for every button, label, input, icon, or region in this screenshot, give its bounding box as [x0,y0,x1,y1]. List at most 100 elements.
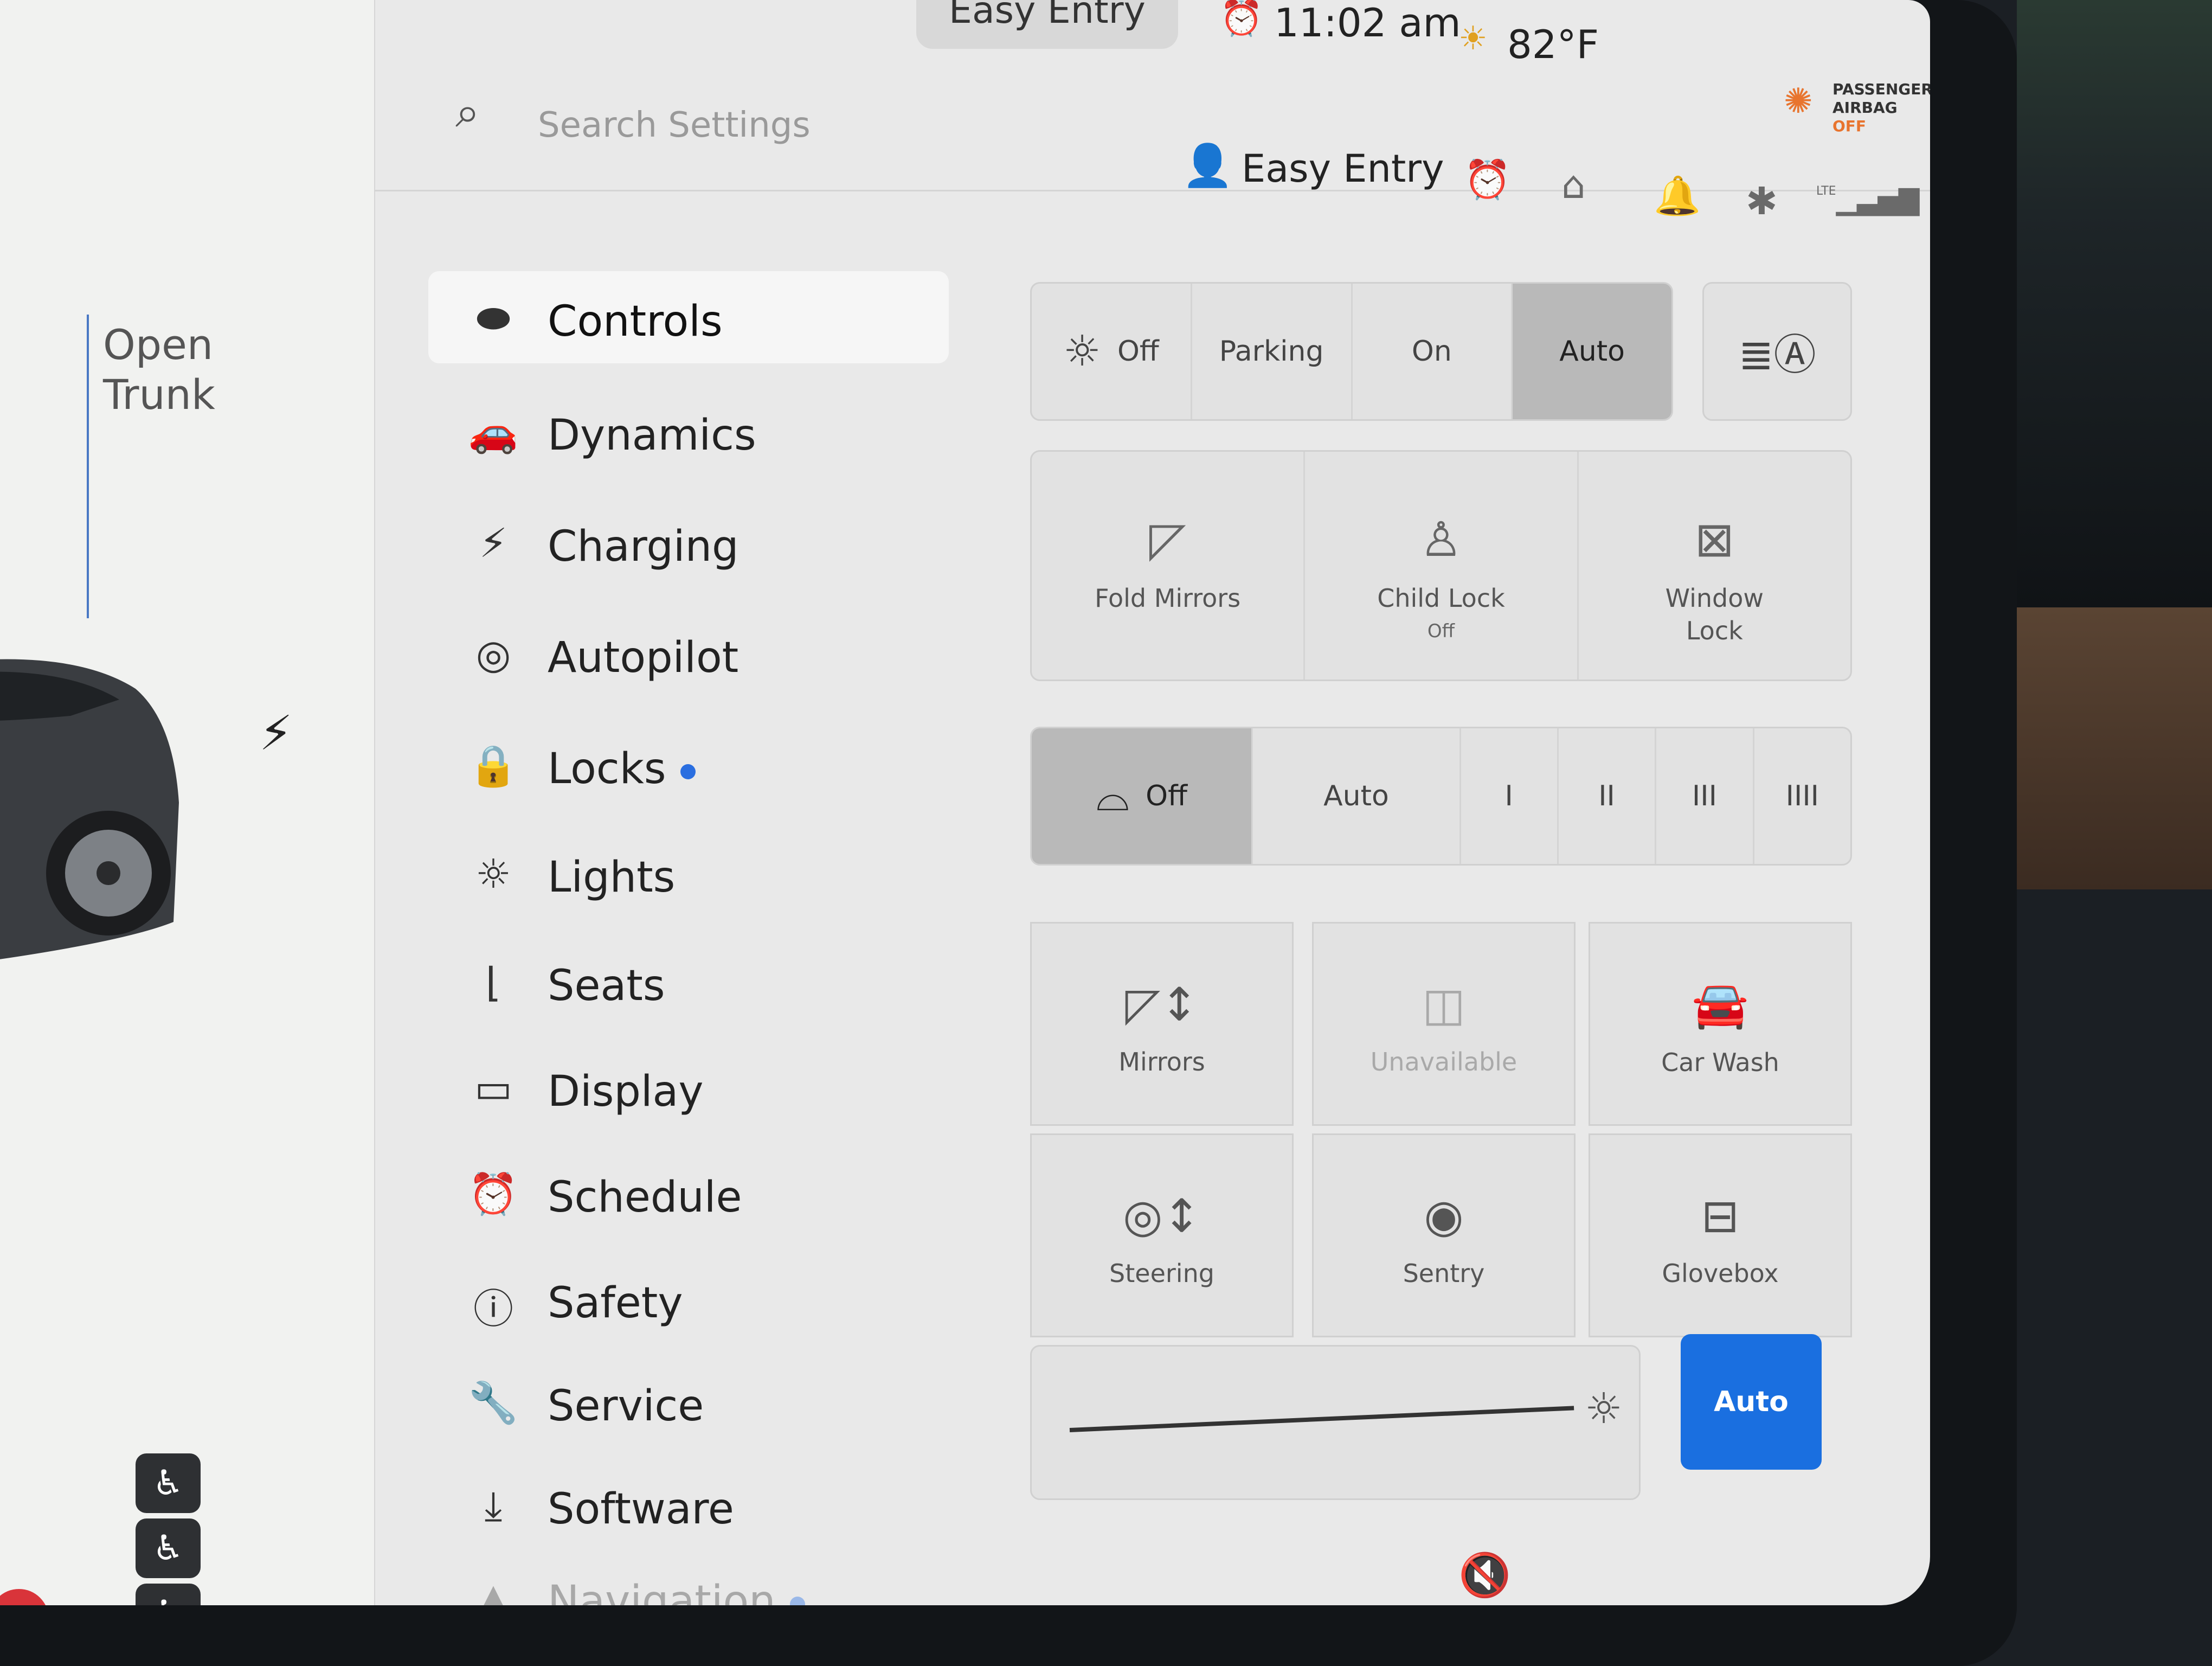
wiper-speed-selector: ⌓ Off Auto I II III IIII [1030,727,1852,866]
open-trunk-label-line2: Trunk [103,370,215,419]
menu-item-label: Dynamics [548,411,756,460]
clock: 11:02 am [1274,0,1461,46]
menu-item-schedule[interactable]: ⏰ Schedule [428,1147,949,1239]
glovebox-button[interactable]: ⊟ Glovebox [1589,1133,1852,1337]
wiper-off-option[interactable]: ⌓ Off [1032,728,1253,864]
volume-muted-icon[interactable]: 🔇 [1458,1551,1511,1600]
wiper-auto-option[interactable]: Auto [1253,728,1461,864]
window-lock-label-line1: Window [1665,584,1764,613]
unavailable-label: Unavailable [1370,1047,1517,1077]
access-tiles-row: ◸ Fold Mirrors ♙ Child Lock Off ⊠ Window… [1030,450,1852,681]
menu-item-service[interactable]: 🔧 Service [428,1356,949,1448]
menu-item-label: Safety [548,1279,683,1328]
menu-item-charging[interactable]: ⚡ Charging [428,496,949,588]
profile-tab[interactable]: Easy Entry [916,0,1178,49]
menu-item-label-wrap: Locks [548,745,696,793]
headlights-auto-option[interactable]: Auto [1513,284,1671,419]
window-lock-label-line2: Lock [1686,616,1743,645]
lightning-icon: ⚡ [479,520,507,567]
menu-item-controls[interactable]: ⬬ Controls [428,271,949,363]
notifications-icon[interactable]: 🔔 [1654,174,1701,219]
download-icon: ⤓ [484,1483,503,1529]
brightness-auto-button[interactable]: Auto [1681,1334,1822,1470]
car-visualization-panel: Open Trunk ⚡ ♿ ♿ ♿ ⚠ [0,0,375,1605]
sentry-mode-button[interactable]: ◉ Sentry [1312,1133,1576,1337]
driver-profile-name[interactable]: Easy Entry [1242,146,1444,191]
headlights-parking-option[interactable]: Parking [1192,284,1353,419]
camera-icon: ◫ [1422,978,1465,1031]
sentry-label: Sentry [1403,1259,1485,1288]
auto-high-beam-option[interactable]: ≣Ⓐ [1704,284,1850,419]
wiper-speed-1-option[interactable]: I [1461,728,1559,864]
wiper-speed-3-option[interactable]: III [1656,728,1754,864]
menu-item-label: Charging [548,522,739,571]
auto-high-beam-icon: ≣Ⓐ [1738,331,1816,380]
child-lock-button[interactable]: ♙ Child Lock Off [1305,452,1579,680]
unavailable-tile: ◫ Unavailable [1312,922,1576,1126]
car-wash-label: Car Wash [1661,1048,1779,1077]
wiper-option-label: III [1692,780,1717,812]
headlights-on-option[interactable]: On [1353,284,1513,419]
menu-item-label: Locks [548,745,666,793]
car-icon: 🚗 [468,409,519,456]
menu-item-label: Software [548,1485,734,1534]
headlight-sun-icon: ☼ [1063,327,1101,376]
menu-item-display[interactable]: ▭ Display [428,1041,949,1133]
fold-mirrors-button[interactable]: ◸ Fold Mirrors [1032,452,1306,680]
steering-adjust-button[interactable]: ◎↕ Steering [1030,1133,1294,1337]
garage-icon[interactable]: ⌂ [1561,163,1585,207]
wiper-icon: ⌓ [1096,771,1130,821]
car-wash-icon: 🚘 [1692,978,1749,1031]
sentry-icon: ◉ [1424,1189,1464,1242]
menu-item-label: Autopilot [548,633,739,682]
mirrors-adjust-button[interactable]: ◸↕ Mirrors [1030,922,1294,1126]
open-trunk-label-line1: Open [103,321,213,369]
lte-label: LTE [1816,184,1836,198]
auto-high-beam-button[interactable]: ≣Ⓐ [1702,282,1852,421]
display-brightness-slider[interactable]: ☼ [1030,1345,1641,1500]
headlights-option-label: Off [1117,335,1159,368]
bluetooth-icon[interactable]: ✱ [1746,179,1778,223]
mirrors-label: Mirrors [1118,1047,1205,1077]
wiper-speed-2-option[interactable]: II [1559,728,1657,864]
dashboard-wood-trim [2017,607,2212,889]
seatbelt-warning-icon: ⚠ [0,1589,49,1605]
search-input[interactable] [537,98,918,153]
window-lock-icon: ⊠ [1694,511,1735,567]
open-trunk-button[interactable]: Open Trunk [103,320,215,420]
window-lock-button[interactable]: ⊠ Window Lock [1579,452,1850,680]
seat-occupant-icon: ♿ [136,1518,201,1578]
alarm-icon: ⏰ [1220,0,1263,39]
lte-signal-icon: LTE▁▃▅▇ [1816,184,1920,216]
car-model-image [0,659,179,959]
menu-item-label: Display [548,1067,704,1116]
seat-icon: ⌊ [485,959,501,1006]
toggle-icon: ⬬ [476,295,511,342]
headlights-off-option[interactable]: ☼ Off [1032,284,1192,419]
wiper-option-label: Off [1146,780,1187,812]
wiper-speed-4-option[interactable]: IIII [1754,728,1850,864]
car-wash-button[interactable]: 🚘 Car Wash [1589,922,1852,1126]
brightness-track[interactable] [1069,1406,1574,1432]
menu-item-autopilot[interactable]: ◎ Autopilot [428,607,949,700]
child-lock-icon: ♙ [1419,511,1463,567]
menu-item-software[interactable]: ⤓ Software [428,1459,949,1551]
menu-item-safety[interactable]: ⓘ Safety [428,1253,949,1345]
child-lock-state: Off [1427,620,1455,642]
quick-controls-grid: ◸↕ Mirrors ◫ Unavailable 🚘 Car Wash ◎↕ S… [1030,922,1852,1337]
controls-panel: ☼ Off Parking On Auto ≣Ⓐ ◸ Fold Mirrors [1030,271,1876,1551]
alarm-clock-icon[interactable]: ⏰ [1464,157,1511,202]
fold-mirrors-label: Fold Mirrors [1095,584,1241,613]
charge-port-icon[interactable]: ⚡ [259,705,293,761]
menu-item-dynamics[interactable]: 🚗 Dynamics [428,385,949,477]
mirror-icon: ◸ [1149,511,1186,567]
search-header: ⌕ [374,65,1930,191]
profile-person-icon[interactable]: 👤 [1182,141,1233,190]
search-icon[interactable]: ⌕ [455,87,480,138]
menu-item-lights[interactable]: ☼ Lights [428,827,949,919]
display-icon: ▭ [474,1065,512,1112]
headlights-option-label: Parking [1219,335,1324,368]
menu-item-locks[interactable]: 🔒 Locks [428,719,949,811]
safety-icon: ⓘ [473,1286,513,1332]
menu-item-seats[interactable]: ⌊ Seats [428,935,949,1028]
